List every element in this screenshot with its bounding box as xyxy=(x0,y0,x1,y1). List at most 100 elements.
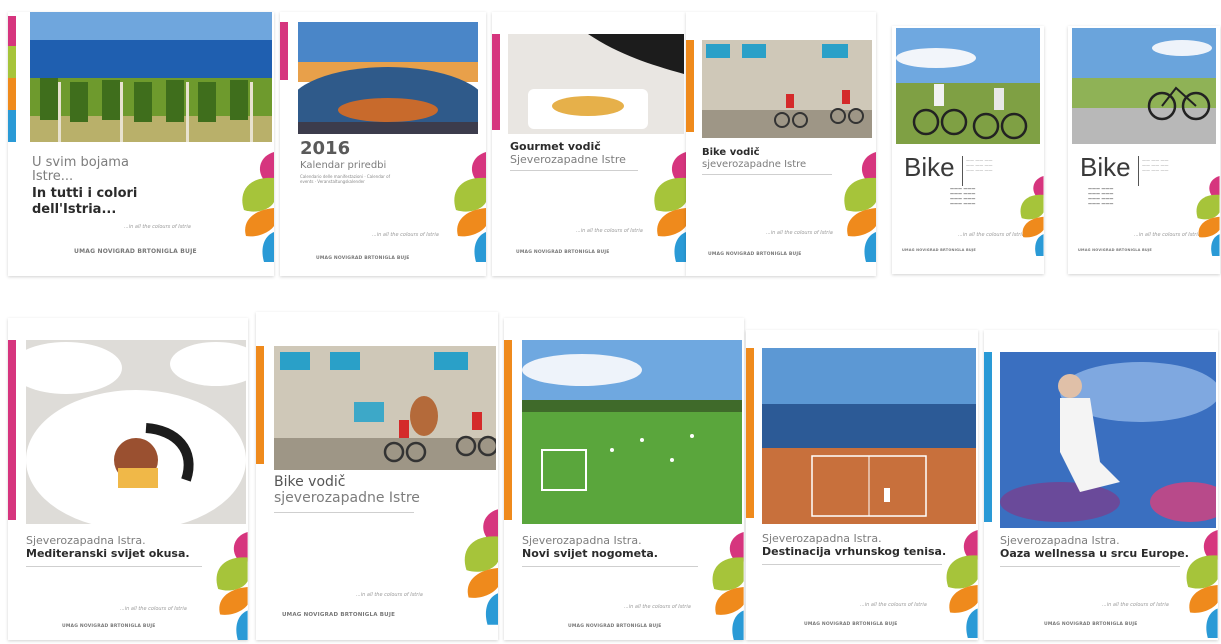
tagline: ...in all the colours of Istria xyxy=(372,232,439,238)
brochure-cover-3: Gourmet vodič Sjeverozapadne Istre ...in… xyxy=(492,12,686,276)
town-logos: UMAG NOVIGRAD BRTONIGLA BUJE xyxy=(1078,248,1152,252)
town-logos: UMAG NOVIGRAD BRTONIGLA BUJE xyxy=(282,612,396,618)
divider xyxy=(1138,156,1139,186)
color-stripe xyxy=(492,34,500,130)
divider xyxy=(962,156,963,186)
town-logos: UMAG NOVIGRAD BRTONIGLA BUJE xyxy=(516,250,610,255)
bike-feature-list: ——— ——— ——— ——— ——— ——— ——— ——— xyxy=(950,186,976,206)
mountain-bikers-photo xyxy=(896,28,1040,144)
cyclists-stone-house-photo xyxy=(274,346,496,470)
color-stripe xyxy=(8,110,16,142)
cover-subtitle: Destinacija vrhunskog tenisa. xyxy=(762,545,947,558)
brochure-cover-4: Bike vodič sjeverozapadne Istre ...in al… xyxy=(686,12,876,276)
petal-logo-icon xyxy=(456,502,498,632)
petal-logo-icon xyxy=(938,530,978,638)
color-stripe xyxy=(8,16,16,46)
cover-subtitle: Mediteranski svijet okusa. xyxy=(26,547,190,560)
calendar-year: 2016 xyxy=(300,138,351,159)
cover-title: Sjeverozapadna Istra. xyxy=(26,534,146,547)
brochure-cover-5: Bike —— —— —— —— —— —— —— —— —— ——— ——— ———… xyxy=(892,26,1044,274)
divider xyxy=(1000,566,1180,567)
divider xyxy=(274,512,414,513)
bike-subtitle-lines: —— —— —— —— —— —— —— —— —— xyxy=(966,158,993,173)
town-logos: UMAG NOVIGRAD BRTONIGLA BUJE xyxy=(1044,622,1138,627)
brochure-cover-8: Bike vodič sjeverozapadne Istre ...in al… xyxy=(256,312,498,640)
petal-logo-icon xyxy=(646,152,686,262)
tennis-court-photo xyxy=(762,348,976,524)
town-logos: UMAG NOVIGRAD BRTONIGLA BUJE xyxy=(804,622,898,627)
tagline: ...in all the colours of Istria xyxy=(576,228,643,234)
tagline: ...in all the colours of Istria xyxy=(356,592,423,598)
divider xyxy=(510,170,638,171)
town-logos: UMAG NOVIGRAD BRTONIGLA BUJE xyxy=(568,624,662,629)
bike-feature-list: ——— ——— ——— ——— ——— ——— ——— ——— xyxy=(1088,186,1114,206)
color-stripe xyxy=(746,348,754,518)
cover-subtitle-line: dell'Istria... xyxy=(32,202,117,217)
cyclists-stone-house-photo xyxy=(702,40,872,138)
calendar-title: Kalendar priredbi xyxy=(300,160,387,171)
color-stripe xyxy=(686,40,694,132)
brochure-cover-2: 2016 Kalendar priredbi Calendario delle … xyxy=(280,12,486,276)
wellness-woman-photo xyxy=(1000,352,1216,528)
cover-title-line: Istre... xyxy=(32,169,74,184)
cover-subtitle: sjeverozapadne Istre xyxy=(274,490,420,506)
tagline: ...in all the colours of Istria xyxy=(120,606,187,612)
brochure-cover-10: Sjeverozapadna Istra. Destinacija vrhuns… xyxy=(746,330,978,640)
color-stripe xyxy=(280,22,288,80)
brochure-cover-6: Bike —— —— —— —— —— —— —— —— —— ——— ——— ———… xyxy=(1068,26,1220,274)
cover-title: Sjeverozapadna Istra. xyxy=(762,532,882,545)
tagline: ...in all the colours of Istria xyxy=(1102,602,1169,608)
brochure-cover-11: Sjeverozapadna Istra. Oaza wellnessa u s… xyxy=(984,330,1218,640)
color-stripe xyxy=(984,352,992,522)
town-logos: UMAG NOVIGRAD BRTONIGLA BUJE xyxy=(74,248,197,255)
brochure-cover-7: Sjeverozapadna Istra. Mediteranski svije… xyxy=(8,318,248,640)
bike-subtitle-lines: —— —— —— —— —— —— —— —— —— xyxy=(1142,158,1169,173)
cover-subtitle: sjeverozapadne Istre xyxy=(702,159,807,170)
color-stripe xyxy=(504,340,512,520)
color-stripe xyxy=(8,340,16,520)
tagline: ...in all the colours of Istria xyxy=(624,604,691,610)
petal-logo-icon xyxy=(234,152,274,262)
divider xyxy=(26,566,202,567)
vineyard-photo xyxy=(30,12,272,142)
cover-title: Bike vodič xyxy=(274,474,346,490)
brochure-cover-9: Sjeverozapadna Istra. Novi svijet nogome… xyxy=(504,318,744,640)
town-logos: UMAG NOVIGRAD BRTONIGLA BUJE xyxy=(902,248,976,252)
town-logos: UMAG NOVIGRAD BRTONIGLA BUJE xyxy=(316,256,410,261)
brochure-cover-1: U svim bojama Istre... In tutti i colori… xyxy=(8,12,274,276)
petal-logo-icon xyxy=(1190,176,1220,256)
color-stripe xyxy=(8,46,16,78)
cover-subtitle: Sjeverozapadne Istre xyxy=(510,153,626,166)
tennis-stadium-photo xyxy=(298,22,478,134)
petal-logo-icon xyxy=(704,532,744,640)
cover-subtitle-line: In tutti i colori xyxy=(32,186,138,201)
tagline: ...in all the colours of Istria xyxy=(860,602,927,608)
cover-title: Gourmet vodič xyxy=(510,140,601,153)
parked-bike-photo xyxy=(1072,28,1216,144)
town-logos: UMAG NOVIGRAD BRTONIGLA BUJE xyxy=(708,252,802,257)
color-stripe xyxy=(8,78,16,110)
petal-logo-icon xyxy=(1014,176,1044,256)
tagline: ...in all the colours of Istria xyxy=(124,224,191,230)
petal-logo-icon xyxy=(208,532,248,640)
football-pitch-photo xyxy=(522,340,742,524)
tagline: ...in all the colours of Istria xyxy=(766,230,833,236)
petal-logo-icon xyxy=(446,152,486,262)
gourmet-dish-photo xyxy=(508,34,684,134)
cover-title-line: U svim bojama xyxy=(32,155,129,170)
petal-logo-icon xyxy=(836,152,876,262)
bike-wordmark: Bike xyxy=(904,152,955,182)
gourmet-plate-photo xyxy=(26,340,246,524)
cover-title: Sjeverozapadna Istra. xyxy=(1000,534,1120,547)
divider xyxy=(522,566,698,567)
petal-logo-icon xyxy=(1178,530,1218,638)
divider xyxy=(762,564,942,565)
bike-wordmark: Bike xyxy=(1080,152,1131,182)
color-stripe xyxy=(256,346,264,464)
cover-title: Sjeverozapadna Istra. xyxy=(522,534,642,547)
cover-subtitle: Novi svijet nogometa. xyxy=(522,547,658,560)
town-logos: UMAG NOVIGRAD BRTONIGLA BUJE xyxy=(62,624,156,629)
cover-subtitle: Oaza wellnessa u srcu Europe. xyxy=(1000,547,1189,560)
calendar-subtitle: Calendario delle manifestazioni · Calend… xyxy=(300,174,390,184)
divider xyxy=(702,174,832,175)
